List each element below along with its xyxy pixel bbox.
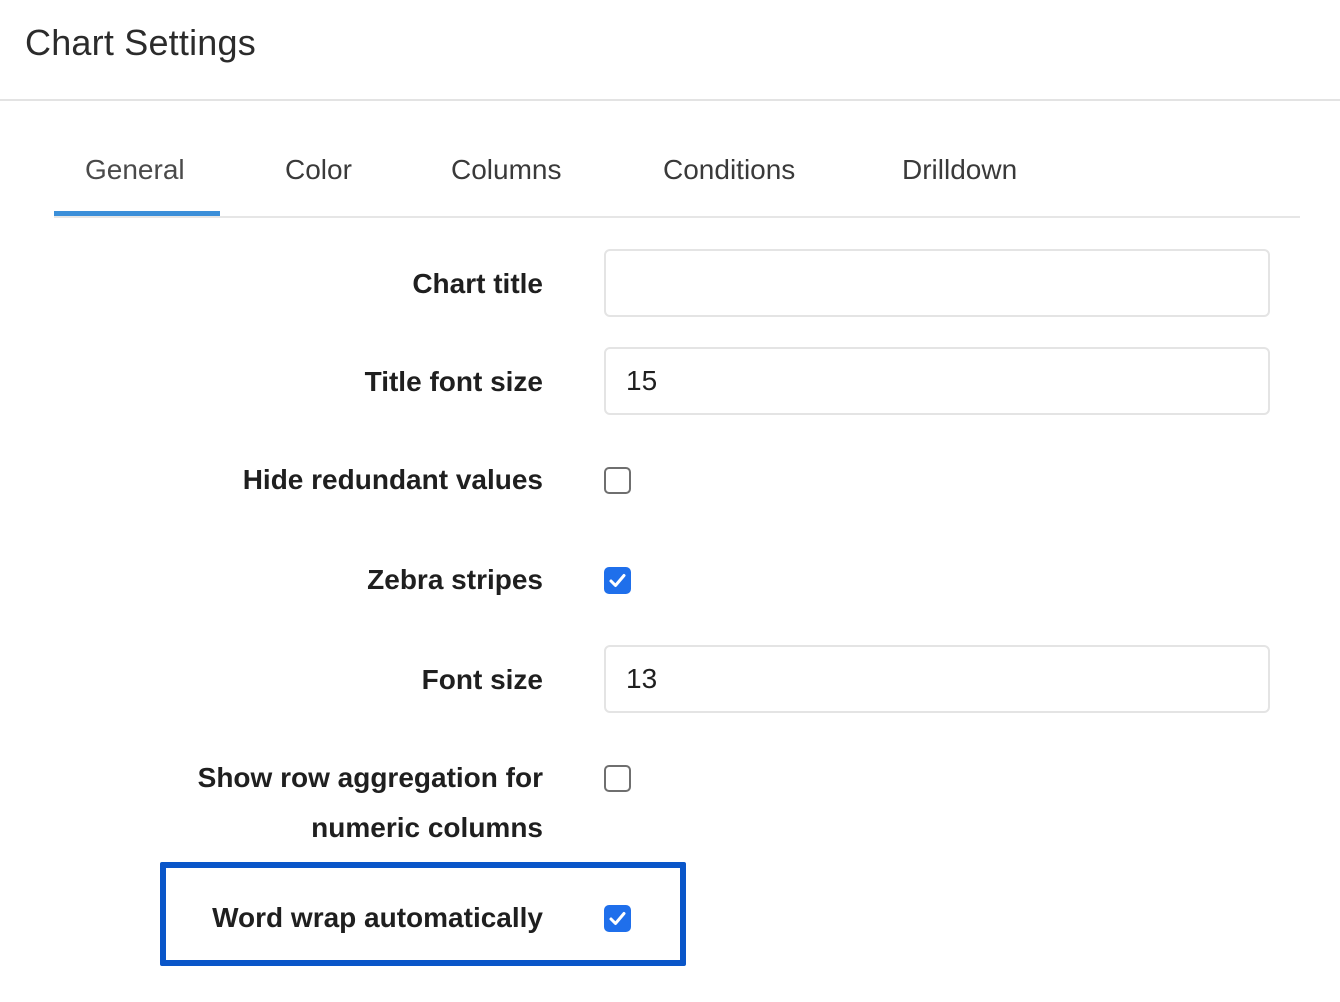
- dialog-header: Chart Settings: [0, 0, 1340, 101]
- row-aggregation-label-line1: Show row aggregation for: [197, 762, 543, 793]
- tab-columns[interactable]: Columns: [451, 154, 561, 194]
- tab-drilldown[interactable]: Drilldown: [902, 154, 1017, 194]
- chart-title-label: Chart title: [412, 268, 543, 299]
- font-size-input[interactable]: [604, 645, 1270, 713]
- tab-conditions[interactable]: Conditions: [663, 154, 795, 194]
- hide-redundant-values-checkbox[interactable]: [604, 467, 631, 494]
- zebra-stripes-checkbox[interactable]: [604, 567, 631, 594]
- hide-redundant-values-label: Hide redundant values: [242, 464, 543, 495]
- word-wrap-highlight: [160, 862, 686, 966]
- tab-general[interactable]: General: [85, 154, 185, 194]
- row-aggregation-checkbox[interactable]: [604, 765, 631, 792]
- font-size-label: Font size: [421, 664, 543, 695]
- title-font-size-label: Title font size: [364, 366, 543, 397]
- dialog-title: Chart Settings: [25, 22, 256, 63]
- check-icon: [609, 574, 626, 587]
- chart-title-input[interactable]: [604, 249, 1270, 317]
- tab-bar: General Color Columns Conditions Drilldo…: [54, 130, 1300, 218]
- zebra-stripes-label: Zebra stripes: [367, 564, 543, 595]
- row-aggregation-label-line2: numeric columns: [311, 812, 543, 843]
- title-font-size-input[interactable]: [604, 347, 1270, 415]
- active-tab-indicator: [54, 211, 220, 216]
- tab-color[interactable]: Color: [285, 154, 352, 194]
